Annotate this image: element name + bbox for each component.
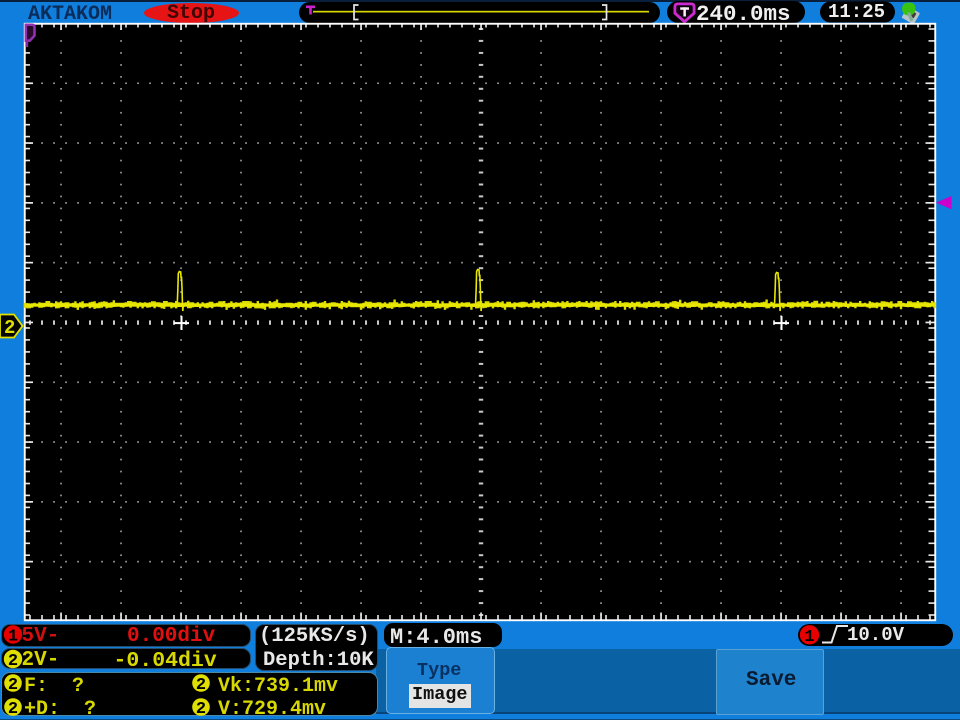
svg-text:2: 2 (8, 700, 18, 719)
svg-text:2: 2 (196, 676, 206, 695)
svg-text:2: 2 (8, 676, 18, 695)
svg-text:2: 2 (196, 700, 206, 719)
svg-text:1: 1 (804, 628, 814, 647)
svg-text:1: 1 (8, 628, 18, 647)
svg-text:2: 2 (8, 652, 18, 671)
